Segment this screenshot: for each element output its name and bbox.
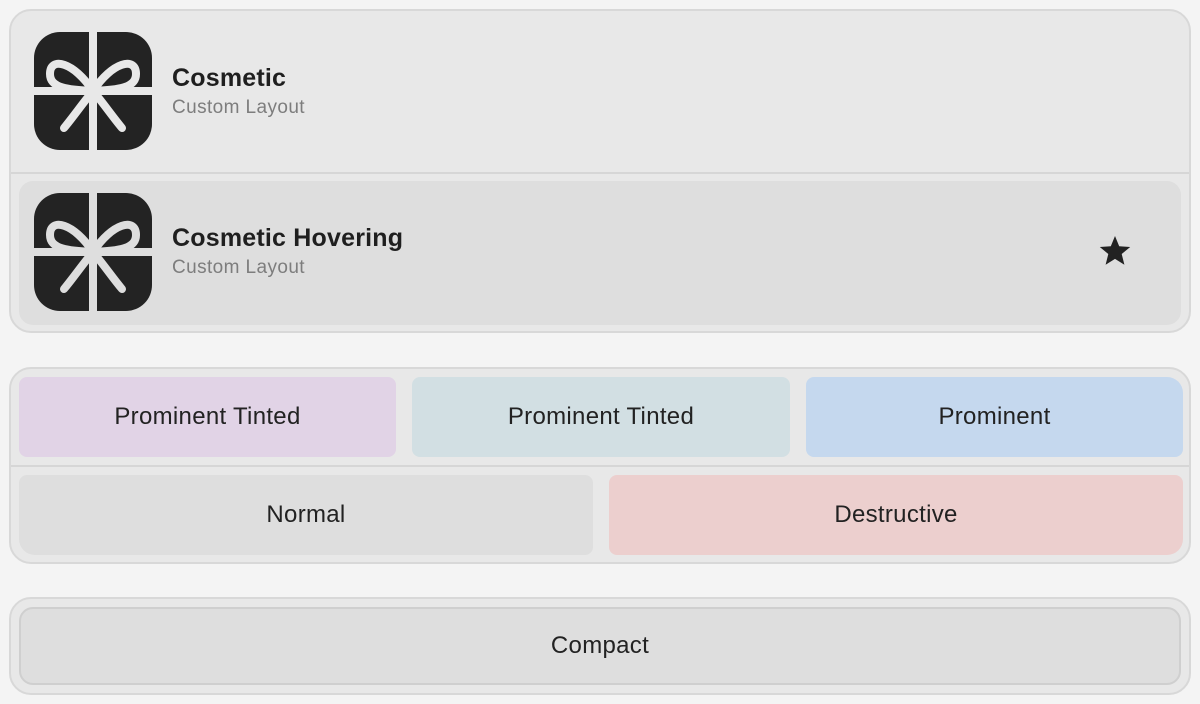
- list-row-cosmetic-hovering[interactable]: Cosmetic Hovering Custom Layout: [19, 181, 1181, 325]
- gift-icon: [34, 193, 152, 311]
- compact-group: Compact: [9, 597, 1191, 695]
- row-title: Cosmetic: [172, 64, 287, 92]
- compact-button[interactable]: Compact: [19, 607, 1181, 685]
- row-subtitle: Custom Layout: [172, 97, 305, 118]
- row-divider: [11, 172, 1189, 174]
- destructive-button[interactable]: Destructive: [609, 475, 1183, 555]
- gift-icon: [34, 32, 152, 150]
- button-group: Prominent Tinted Prominent Tinted Promin…: [9, 367, 1191, 564]
- star-icon[interactable]: [1097, 233, 1133, 269]
- row-title: Cosmetic Hovering: [172, 224, 404, 252]
- row-subtitle: Custom Layout: [172, 257, 305, 278]
- list-row-cosmetic[interactable]: Cosmetic Custom Layout: [11, 11, 1189, 172]
- prominent-tinted-button-teal[interactable]: Prominent Tinted: [412, 377, 790, 457]
- prominent-tinted-button-purple[interactable]: Prominent Tinted: [19, 377, 396, 457]
- normal-button[interactable]: Normal: [19, 475, 593, 555]
- button-row-divider: [11, 465, 1189, 467]
- prominent-button[interactable]: Prominent: [806, 377, 1183, 457]
- list-group: Cosmetic Custom Layout Cosmetic Hovering…: [9, 9, 1191, 333]
